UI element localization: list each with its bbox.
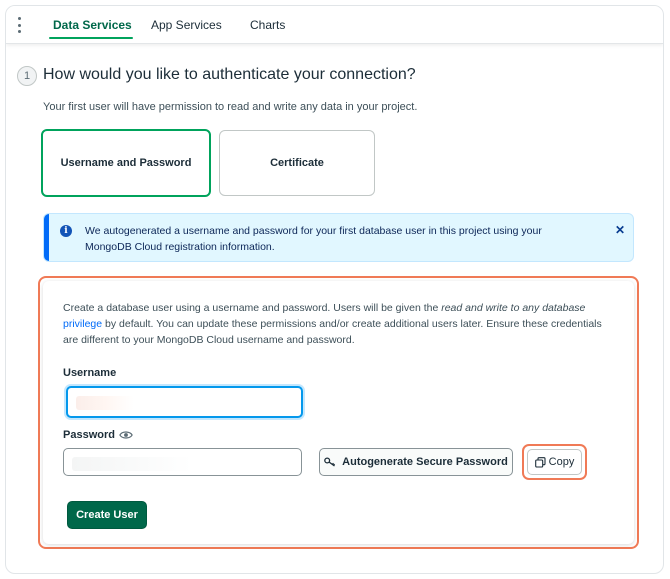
active-tab-indicator <box>49 37 133 39</box>
auth-option-username-password[interactable]: Username and Password <box>41 129 211 197</box>
panel-description: Create a database user using a username … <box>63 300 619 348</box>
desc-text-2: by default. You can update these permiss… <box>63 318 602 346</box>
desc-text-1: Create a database user using a username … <box>63 302 442 314</box>
tab-data-services[interactable]: Data Services <box>53 18 132 32</box>
create-user-panel: Create a database user using a username … <box>43 281 634 544</box>
more-options-icon[interactable] <box>16 17 22 33</box>
copy-icon <box>534 456 546 468</box>
redacted-password <box>72 457 192 471</box>
autogenerate-label: Autogenerate Secure Password <box>342 456 508 468</box>
password-label: Password <box>63 429 115 441</box>
desc-emphasis: read and write to any database <box>441 302 586 314</box>
username-field[interactable] <box>66 386 303 418</box>
banner-accent-bar <box>44 214 49 261</box>
create-user-button[interactable]: Create User <box>67 501 147 529</box>
app-frame: Data Services App Services Charts 1 How … <box>5 5 664 574</box>
auth-option-certificate-label: Certificate <box>270 157 324 169</box>
step-subtitle: Your first user will have permission to … <box>43 101 418 113</box>
autogenerate-password-button[interactable]: Autogenerate Secure Password <box>319 448 513 476</box>
info-icon: i <box>60 225 72 237</box>
step-title: How would you like to authenticate your … <box>43 66 416 83</box>
tab-app-services[interactable]: App Services <box>151 18 222 32</box>
auth-option-certificate[interactable]: Certificate <box>219 130 375 196</box>
eye-icon[interactable] <box>119 429 133 441</box>
top-tab-bar: Data Services App Services Charts <box>6 6 663 44</box>
step-number: 1 <box>17 66 37 86</box>
info-banner: i We autogenerated a username and passwo… <box>43 213 634 262</box>
copy-label: Copy <box>548 456 575 468</box>
username-label: Username <box>63 367 117 379</box>
redacted-username <box>76 396 134 410</box>
close-icon[interactable]: ✕ <box>615 223 625 237</box>
privilege-link[interactable]: privilege <box>63 318 102 330</box>
copy-button[interactable]: Copy <box>527 449 582 475</box>
auth-option-username-password-label: Username and Password <box>60 157 192 169</box>
banner-text: We autogenerated a username and password… <box>85 225 542 253</box>
password-field[interactable] <box>63 448 302 476</box>
tab-charts[interactable]: Charts <box>250 18 285 32</box>
key-icon <box>324 457 336 467</box>
